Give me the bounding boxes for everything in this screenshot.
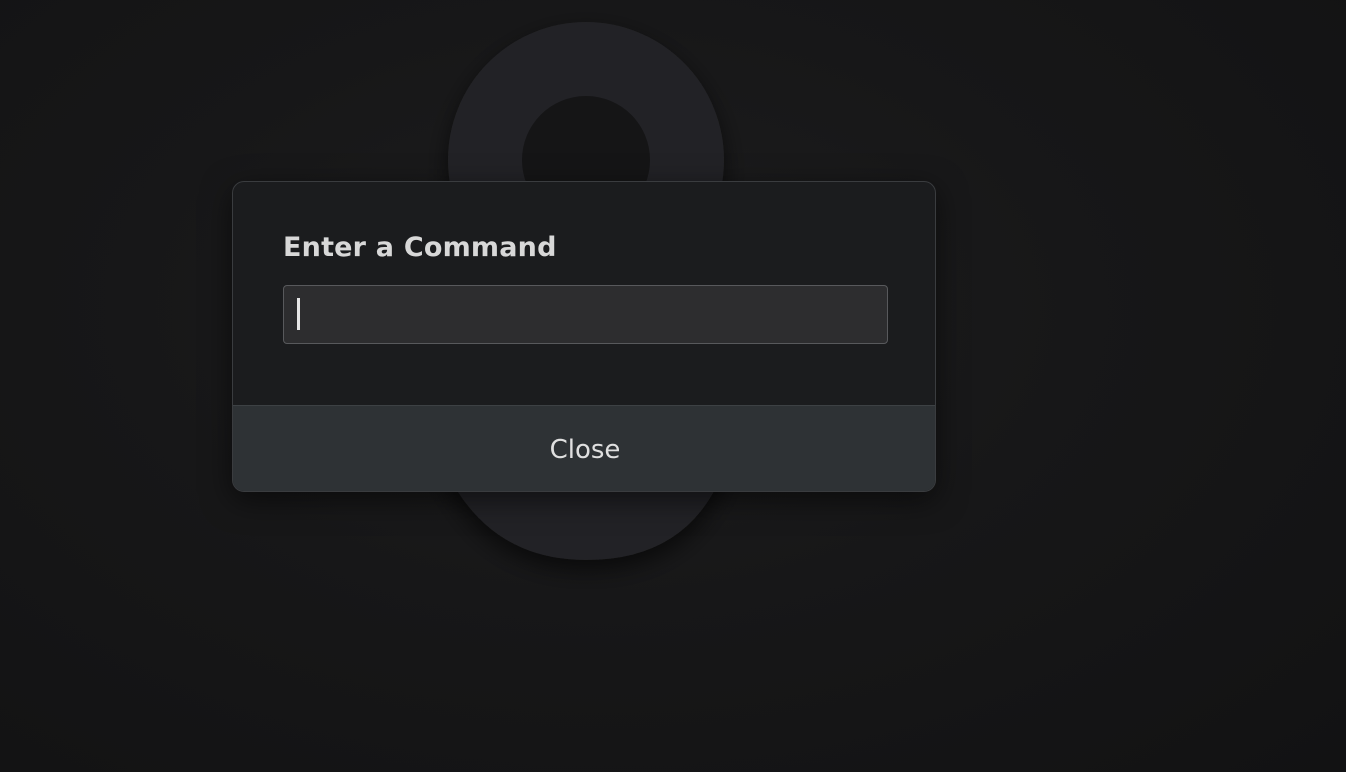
dialog-footer: Close: [233, 405, 935, 491]
run-command-dialog: Enter a Command Close: [232, 181, 936, 492]
close-button[interactable]: Close: [233, 406, 935, 491]
desktop-background: Enter a Command Close: [0, 0, 1346, 772]
command-input[interactable]: [283, 285, 888, 344]
text-cursor: [297, 298, 300, 330]
dialog-title: Enter a Command: [283, 232, 557, 263]
